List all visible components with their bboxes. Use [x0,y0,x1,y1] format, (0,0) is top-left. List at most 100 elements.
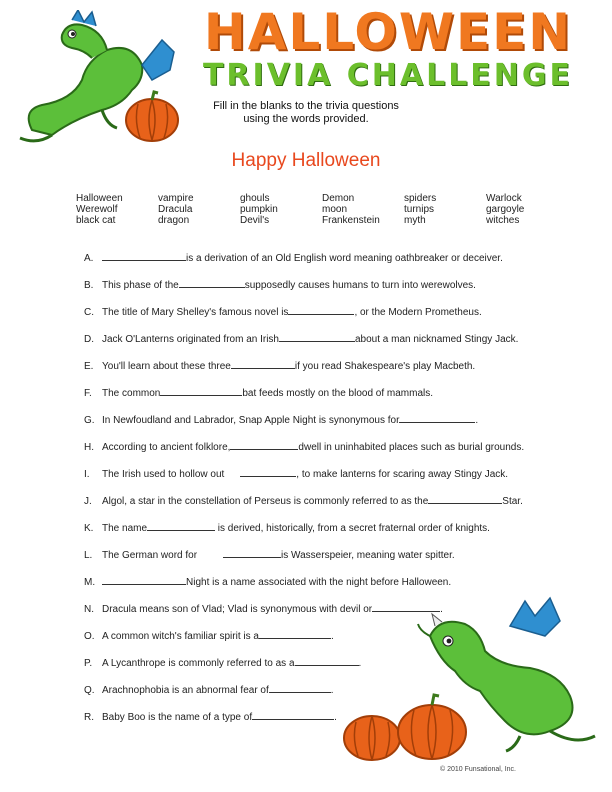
question-letter: K. [84,523,94,534]
word-bank-word: black cat [76,215,116,226]
question-text-after: , or the Modern Prometheus. [354,307,482,318]
word-bank-word: witches [486,215,520,226]
word-bank-word: dragon [158,215,190,226]
word-bank-word: myth [404,215,426,226]
question-n: N. Dracula means son of Vlad; Vlad is syn… [84,602,443,616]
answer-blank[interactable] [252,710,335,720]
question-text-after: . [334,712,337,723]
question-text-before: Arachnophobia is an abnormal fear of [102,685,269,696]
question-text-before: The name [102,523,148,534]
answer-blank[interactable] [178,278,245,288]
question-o: O. A common witch's familiar spirit is a. [84,629,334,643]
question-text-before: In Newfoudland and Labrador, Snap Apple … [102,415,400,426]
question-text-before: A Lycanthrope is commonly referred to as… [102,658,295,669]
question-text-before: You'll learn about these three [102,361,231,372]
word-bank-column: vampire Dracula dragon [158,193,194,226]
word-bank-word: Dracula [158,204,193,215]
question-text-after: if you read Shakespeare's play Macbeth. [294,361,476,372]
question-text-before: According to ancient folklore, [102,442,231,453]
question-text-before: Jack O'Lanterns originated from an Irish [102,334,279,345]
answer-blank[interactable] [279,332,355,342]
question-letter: O. [84,631,95,642]
word-bank-column: spiders turnips myth [404,193,436,226]
question-letter: P. [84,658,93,669]
question-text-after: is a derivation of an Old English word m… [186,253,503,264]
question-letter: R. [84,712,94,723]
question-letter: N. [84,604,94,615]
question-text-before: The German word for [102,550,198,561]
word-bank-word: Werewolf [76,204,118,215]
instructions-line-2: using the words provided. [243,113,369,125]
question-letter: J. [84,496,92,507]
question-text-before: The Irish used to hollow out [102,469,225,480]
answer-blank[interactable] [230,359,295,369]
question-f: F. The common bat feeds mostly on the bloo… [84,386,433,400]
question-b: B. This phase of the supposedly causes hum… [84,278,476,292]
answer-blank[interactable] [428,494,503,504]
question-letter: F. [84,388,92,399]
answer-blank[interactable] [223,548,282,558]
question-d: D. Jack O'Lanterns originated from an Iri… [84,332,518,346]
question-p: P. A Lycanthrope is commonly referred to … [84,656,361,670]
question-text-after: Star. [502,496,523,507]
question-text-before: Dracula means son of Vlad; Vlad is synon… [102,604,373,615]
subtitle: Happy Halloween [231,150,381,171]
question-text-after: about a man nicknamed Stingy Jack. [355,334,519,345]
answer-blank[interactable] [399,413,476,423]
answer-blank[interactable] [258,629,331,639]
question-text-after: bat feeds mostly on the blood of mammals… [242,388,434,399]
answer-blank[interactable] [147,521,216,531]
word-bank-word: spiders [404,193,437,204]
answer-blank[interactable] [160,386,243,396]
answer-blank[interactable] [230,440,299,450]
question-letter: C. [84,307,94,318]
word-bank-word: vampire [158,193,194,204]
question-h: H. According to ancient folklore, dwell in… [84,440,524,454]
answer-blank[interactable] [102,575,186,585]
question-c: C. The title of Mary Shelley's famous nov… [84,305,482,319]
word-bank-word: Warlock [486,193,522,204]
answer-blank[interactable] [294,656,359,666]
question-e: E. You'll learn about these three if you r… [84,359,475,373]
word-bank-word: Frankenstein [322,215,380,226]
question-letter: A. [84,253,94,264]
question-text-after: , to make lanterns for scaring away Stin… [296,469,509,480]
answer-blank[interactable] [268,683,331,693]
answer-blank[interactable] [240,467,297,477]
word-bank-word: turnips [404,204,435,215]
pumpkin-top-illustration [125,90,179,142]
question-text-before: The common [102,388,161,399]
question-k: K. The name is derived, historically, fro… [84,521,490,535]
word-bank-word: ghouls [240,193,270,204]
word-bank-word: Halloween [76,193,123,204]
question-m: M. Night is a name associated with the ni… [84,575,451,589]
question-r: R. Baby Boo is the name of a type of. [84,710,337,724]
title-halloween: HALLOWEEN [203,3,573,61]
answer-blank[interactable] [288,305,355,315]
pumpkins-bottom-illustration [343,693,467,761]
question-q: Q. Arachnophobia is an abnormal fear of. [84,683,334,697]
question-i: I. The Irish used to hollow out , to make … [84,467,508,481]
word-bank-column: Warlock gargoyle witches [486,193,524,226]
question-text-after: supposedly causes humans to turn into we… [244,280,476,291]
word-bank-column: Demon moon Frankenstein [322,193,380,226]
question-text-before: Baby Boo is the name of a type of [102,712,253,723]
word-bank-word: gargoyle [486,204,525,215]
answer-blank[interactable] [102,251,186,261]
question-text-before: A common witch's familiar spirit is a [102,631,259,642]
question-text-after: is derived, historically, from a secret … [215,523,490,534]
question-text-after: Night is a name associated with the nigh… [186,577,452,588]
question-a: A. is a derivation of an Old English word… [84,251,503,265]
copyright-notice: © 2010 Funsational, Inc. [440,766,516,773]
question-letter: M. [84,577,96,588]
question-letter: H. [84,442,94,453]
question-text-before: Algol, a star in the constellation of Pe… [102,496,429,507]
instructions-line-1: Fill in the blanks to the trivia questio… [213,100,399,112]
question-text-after: . [330,631,334,642]
question-g: G. In Newfoudland and Labrador, Snap Appl… [84,413,478,427]
word-bank-word: Devil's [240,215,270,226]
question-letter: D. [84,334,94,345]
question-text-after: is Wasserspeier, meaning water spitter. [281,550,455,561]
question-letter: L. [84,550,93,561]
question-text-after: . [330,685,334,696]
